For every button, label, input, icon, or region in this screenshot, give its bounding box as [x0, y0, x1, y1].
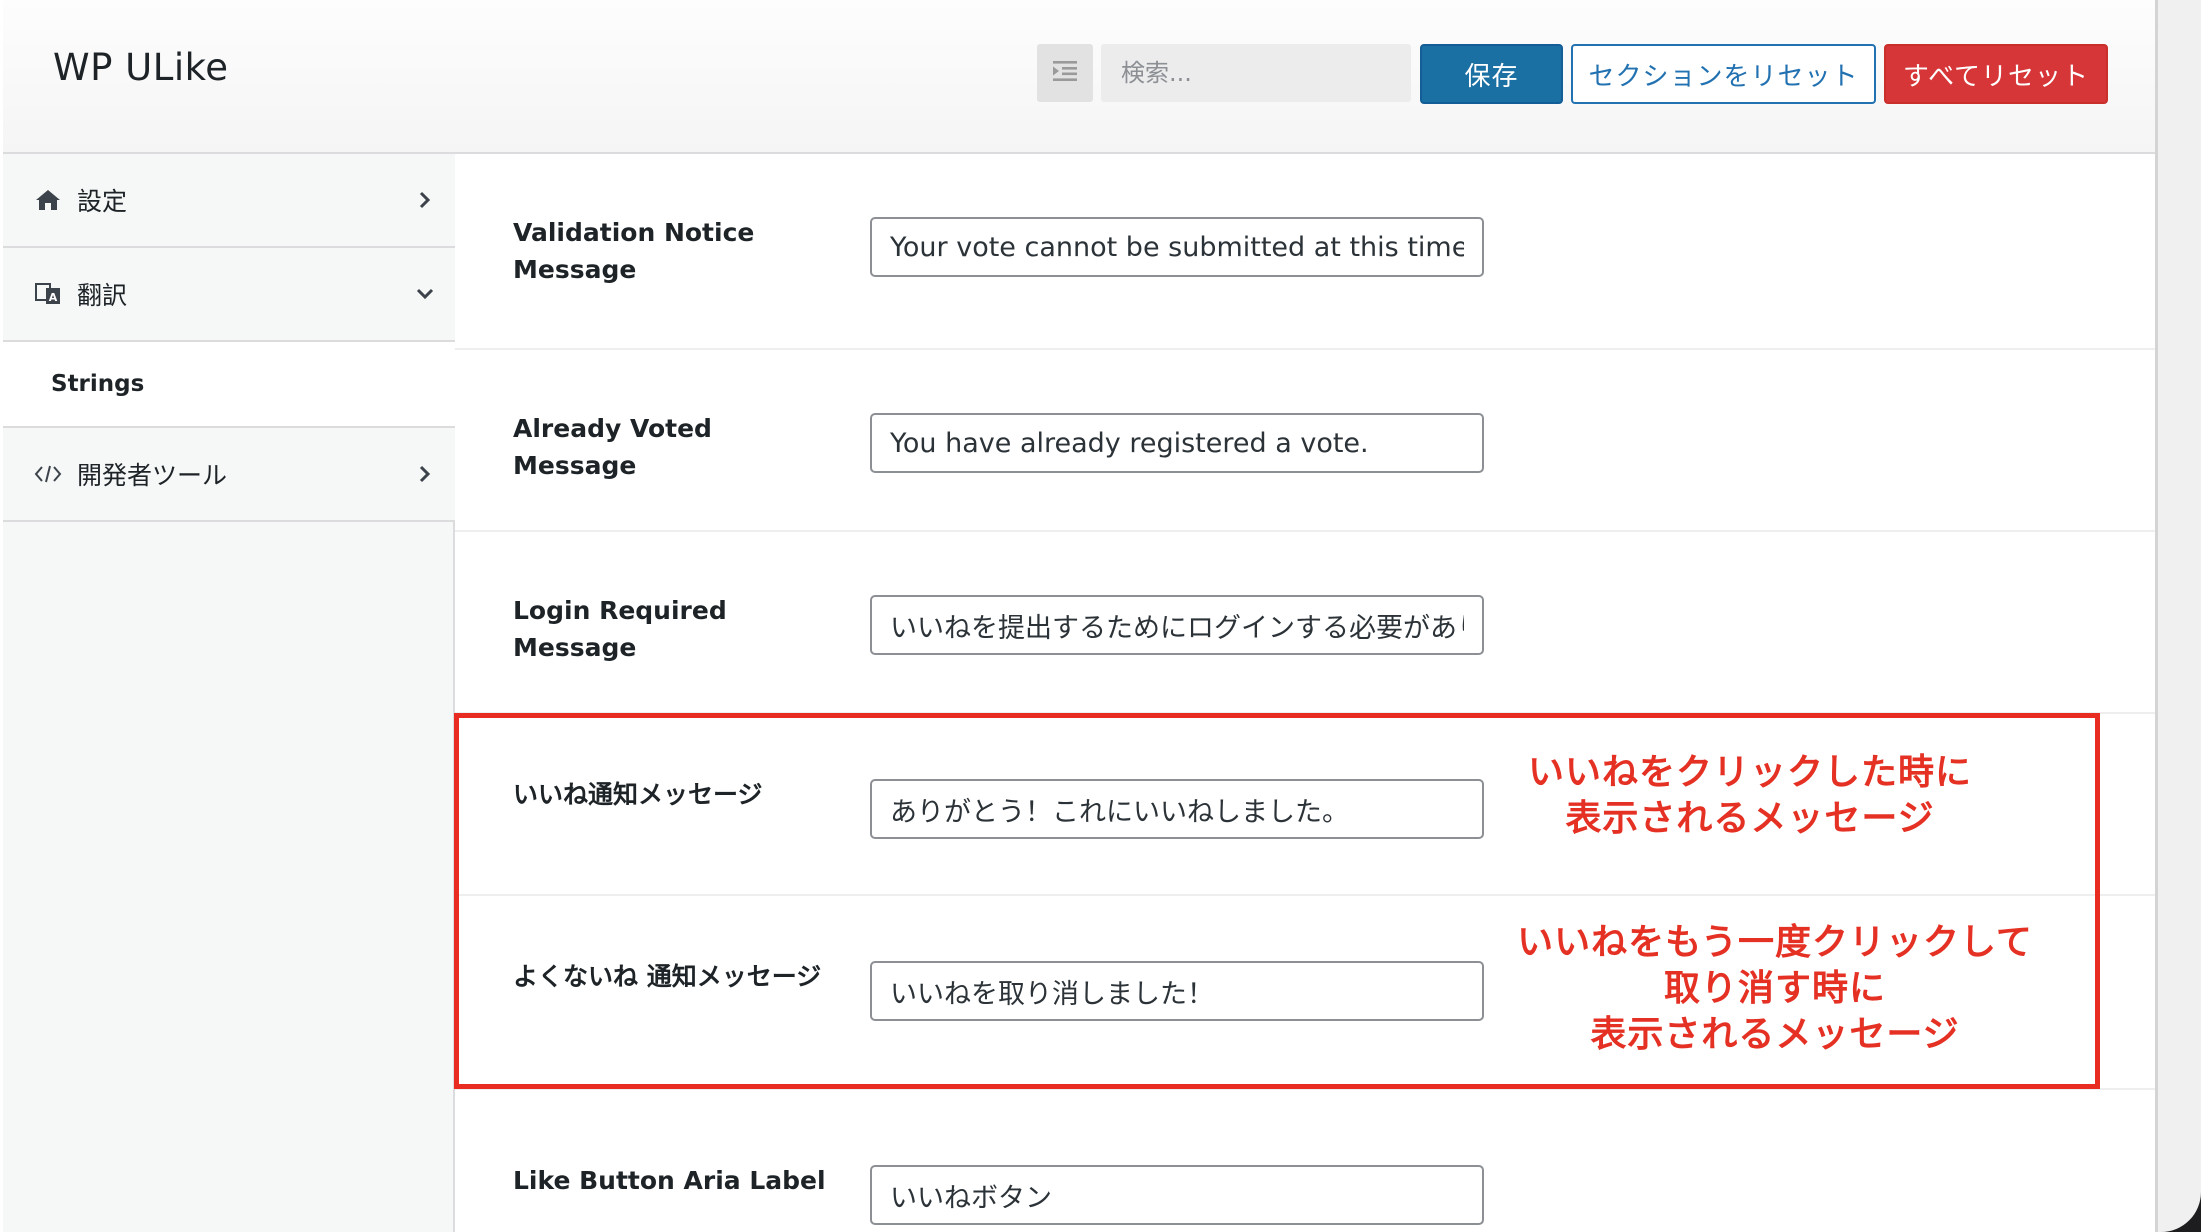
- code-icon: [33, 459, 63, 489]
- settings-content: Validation Notice Message Already Voted …: [455, 154, 2155, 1232]
- field-label: Validation Notice Message: [513, 218, 755, 284]
- unlike-notice-input[interactable]: [870, 961, 1484, 1021]
- expand-all-button[interactable]: [1037, 44, 1093, 102]
- field-label: いいね通知メッセージ: [513, 780, 763, 809]
- window-corner: [2158, 1192, 2201, 1232]
- validation-notice-input[interactable]: [870, 217, 1484, 277]
- sidebar-item-settings[interactable]: 設定: [3, 154, 455, 248]
- field-row: Like Button Aria Label: [455, 1090, 2155, 1232]
- field-label: Already Voted Message: [513, 414, 712, 480]
- sidebar-item-label: 翻訳: [77, 281, 128, 310]
- indent-icon: [1053, 60, 1077, 86]
- chevron-down-icon: [415, 284, 435, 304]
- search-input[interactable]: [1101, 44, 1411, 102]
- sidebar-item-label: 設定: [77, 187, 128, 216]
- sidebar-item-label: 開発者ツール: [77, 461, 228, 490]
- like-notice-input[interactable]: [870, 779, 1484, 839]
- field-row: Validation Notice Message: [455, 154, 2155, 350]
- translate-icon: A: [33, 279, 63, 309]
- sidebar-nav: 設定 A 翻訳 Strings 開発者ツール: [3, 154, 457, 1232]
- chevron-right-icon: [415, 464, 435, 484]
- already-voted-input[interactable]: [870, 413, 1484, 473]
- sidebar-subitem-label: Strings: [51, 371, 145, 397]
- reset-all-button[interactable]: すべてリセット: [1884, 44, 2108, 104]
- page-title: WP ULike: [53, 46, 229, 89]
- annotation-unlike-note: いいねをもう一度クリックして 取り消す時に 表示されるメッセージ: [1517, 922, 2033, 1055]
- home-icon: [33, 185, 63, 215]
- field-row: Login Required Message: [455, 532, 2155, 714]
- field-label: Like Button Aria Label: [513, 1166, 826, 1195]
- sidebar-subitem-strings[interactable]: Strings: [3, 342, 457, 428]
- sidebar-item-developer-tools[interactable]: 開発者ツール: [3, 428, 455, 522]
- annotation-like-note: いいねをクリックした時に 表示されるメッセージ: [1527, 752, 1972, 839]
- like-button-aria-input[interactable]: [870, 1165, 1484, 1225]
- login-required-input[interactable]: [870, 595, 1484, 655]
- field-row: Already Voted Message: [455, 350, 2155, 532]
- settings-window: WP ULike 保存 セクションをリセット すべてリセット: [0, 0, 2158, 1232]
- field-label: よくないね 通知メッセージ: [513, 962, 822, 991]
- chevron-right-icon: [415, 190, 435, 210]
- field-label: Login Required Message: [513, 596, 727, 662]
- reset-section-button[interactable]: セクションをリセット: [1571, 44, 1876, 104]
- save-button[interactable]: 保存: [1420, 44, 1563, 104]
- header-bar: WP ULike 保存 セクションをリセット すべてリセット: [3, 0, 2155, 154]
- svg-text:A: A: [49, 291, 58, 304]
- sidebar-item-translation[interactable]: A 翻訳: [3, 248, 455, 342]
